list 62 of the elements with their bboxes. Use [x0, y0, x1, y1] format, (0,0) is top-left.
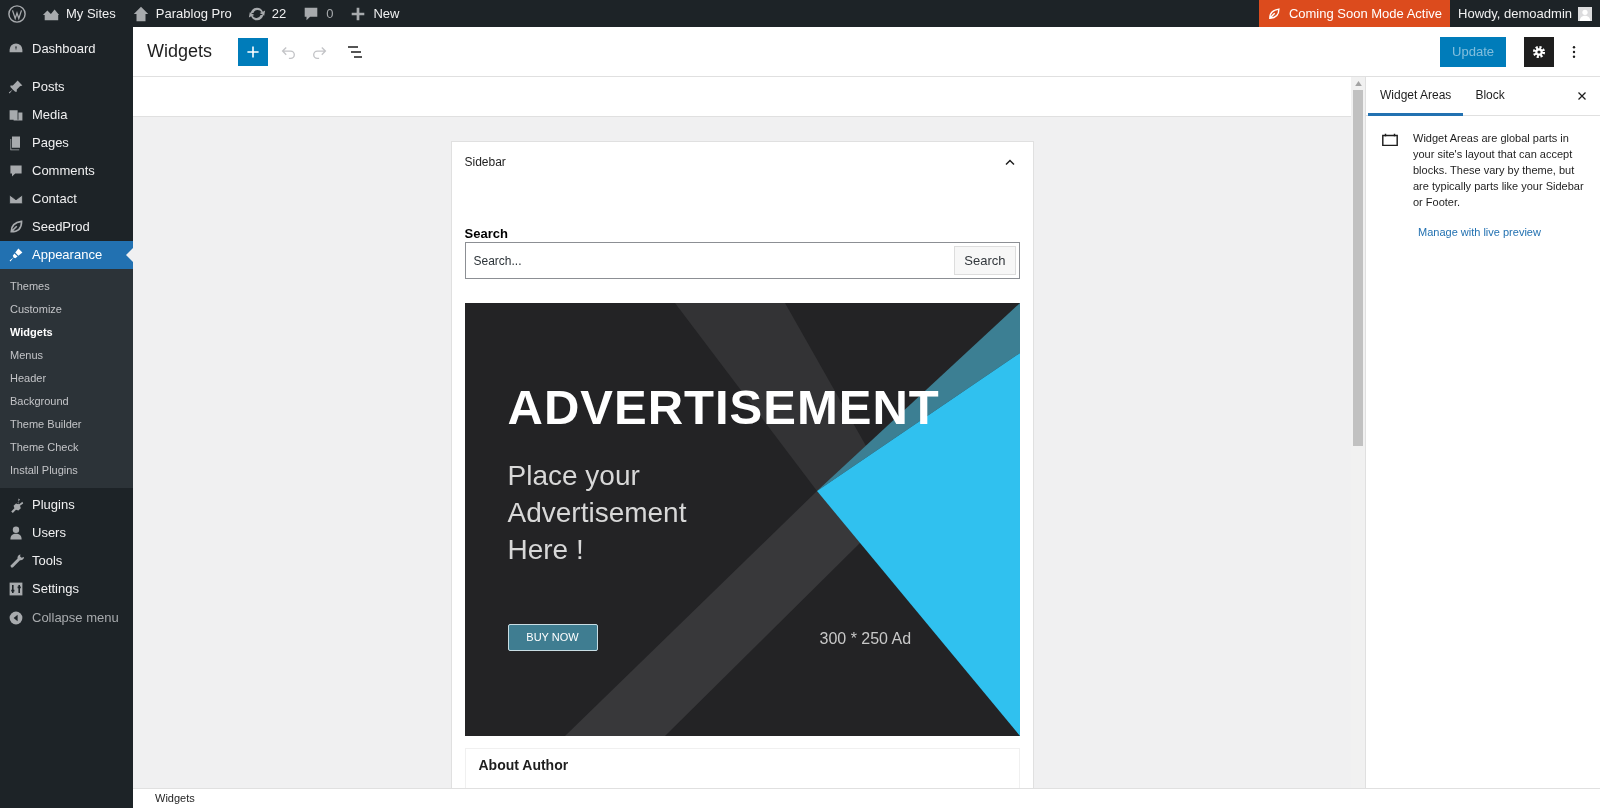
sidebar-tab[interactable]: Widget Areas — [1368, 76, 1464, 116]
sidebar-menu-item[interactable]: Settings — [0, 575, 133, 603]
widget-area-icon — [1381, 131, 1399, 149]
search-block-label: Search — [464, 226, 509, 242]
sidebar-menu-item[interactable]: Posts — [0, 73, 133, 101]
submenu-item[interactable]: Header — [0, 367, 133, 390]
banner-text: Place your Advertisement Here ! — [507, 459, 688, 567]
scrollbar-thumb[interactable] — [1353, 90, 1363, 446]
sidebar-menu-item[interactable]: Comments — [0, 157, 133, 185]
widget-block-title: About Author — [478, 756, 569, 775]
widget-area-title: Sidebar — [464, 154, 506, 171]
page-title: Widgets — [147, 40, 213, 63]
submenu-item[interactable]: Theme Builder — [0, 413, 133, 436]
add-block-button[interactable] — [238, 37, 269, 66]
paintbrush-icon — [8, 247, 24, 263]
breadcrumb-item[interactable]: Widgets — [155, 790, 195, 807]
widget-areas-description: Widget Areas are global parts in your site's layout that can accept blocks. These vary by theme, but are typically parts like your Sidebar or Footer. — [1413, 131, 1585, 210]
sidebar-menu-item[interactable]: Collapse menu — [0, 604, 133, 632]
submenu-item[interactable]: Menus — [0, 344, 133, 367]
banner-headline: ADVERTISEMENT — [507, 383, 940, 432]
submenu-item[interactable]: Widgets — [0, 321, 133, 344]
admin-bar-link[interactable]: New — [341, 0, 408, 27]
leaf-icon — [1266, 6, 1281, 21]
sidebar-menu-item[interactable]: Tools — [0, 547, 133, 575]
person-icon — [8, 525, 24, 541]
sidebar-tab[interactable]: Block — [1463, 76, 1517, 116]
speech-bubble-icon — [8, 163, 24, 179]
sidebar-menu-item[interactable]: Appearance — [0, 241, 133, 269]
admin-bar-link[interactable]: 22 — [239, 0, 295, 27]
sidebar-menu-item[interactable]: Plugins — [0, 491, 133, 519]
settings-button[interactable] — [1524, 36, 1554, 67]
admin-bar-link[interactable]: 0 — [294, 0, 342, 27]
submenu-item[interactable]: Themes — [0, 275, 133, 298]
sidebar-menu-item[interactable]: Pages — [0, 129, 133, 157]
media-icon — [8, 107, 24, 123]
buy-now-button[interactable]: BUY NOW — [507, 624, 598, 651]
avatar-icon — [1578, 6, 1592, 21]
home-icon — [131, 4, 150, 23]
current-menu-arrow-icon — [126, 248, 133, 262]
plus-icon — [245, 43, 262, 60]
submenu-item[interactable]: Install Plugins — [0, 459, 133, 482]
wrench-icon — [8, 553, 24, 569]
search-submit-button[interactable]: Search — [954, 246, 1016, 275]
sliders-icon — [8, 581, 24, 597]
sidebar-menu-item[interactable]: Media — [0, 101, 133, 129]
search-input-field[interactable]: Search... Search — [464, 242, 1020, 279]
wordpress-logo-icon — [8, 4, 26, 23]
sidebar-menu-item[interactable]: Dashboard — [0, 35, 133, 63]
sidebar-menu-item[interactable]: Users — [0, 519, 133, 547]
account-menu[interactable]: Howdy, demoadmin — [1450, 0, 1600, 27]
sidebar-menu-item[interactable]: SeedProd — [0, 213, 133, 241]
pushpin-icon — [8, 79, 24, 95]
admin-bar-link[interactable]: Parablog Pro — [123, 0, 240, 27]
sidebar-menu-item[interactable]: Contact — [0, 185, 133, 213]
banner-size-label: 300 * 250 Ad — [819, 629, 912, 649]
leaf-icon — [8, 219, 24, 235]
admin-bar-link[interactable]: My Sites — [34, 0, 124, 27]
live-preview-link[interactable]: Manage with live preview — [1418, 224, 1585, 241]
submenu-item[interactable]: Theme Check — [0, 436, 133, 459]
submenu-item[interactable]: Background — [0, 390, 133, 413]
submenu-item[interactable]: Customize — [0, 298, 133, 321]
coming-soon-notice[interactable]: Coming Soon Mode Active — [1258, 0, 1451, 27]
